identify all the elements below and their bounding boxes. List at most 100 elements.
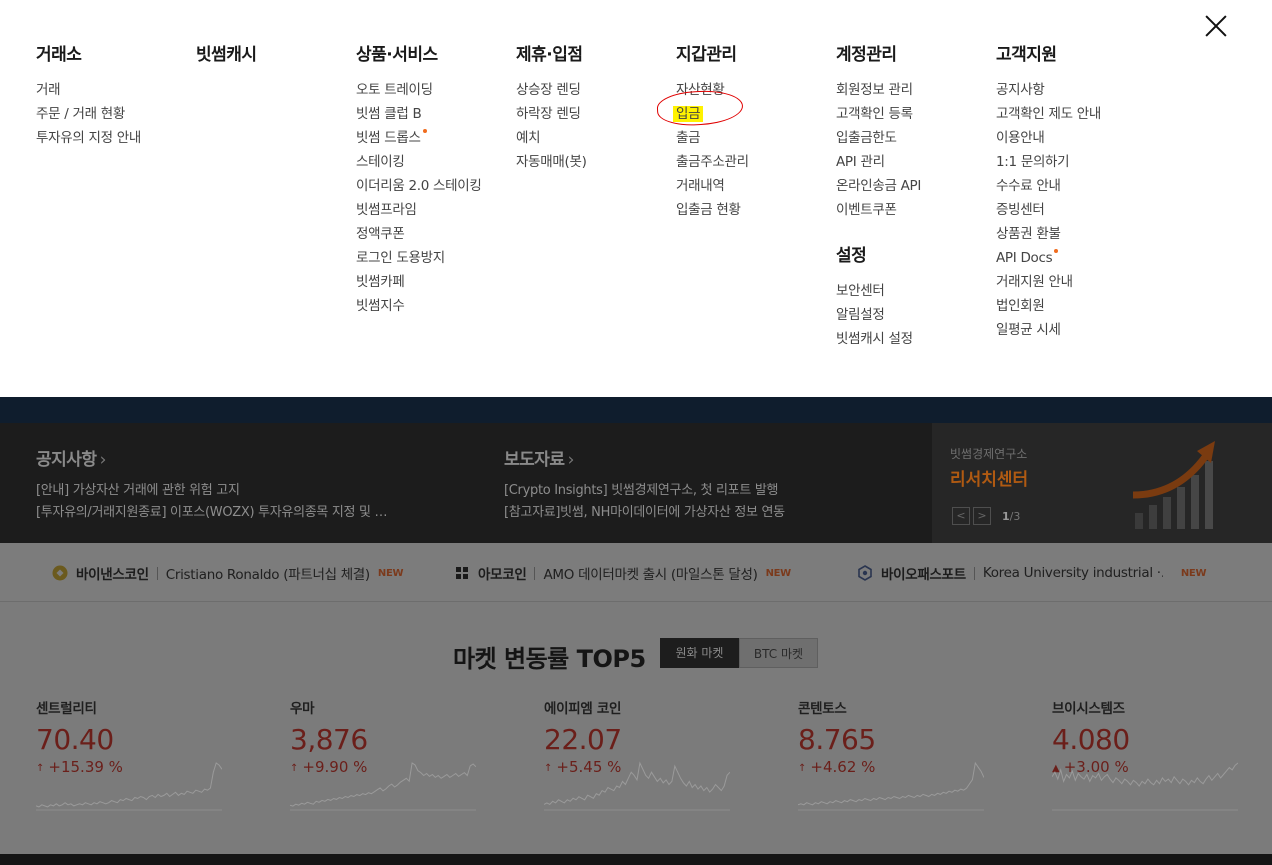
biopassport-icon — [858, 565, 872, 581]
research-subtitle: 빗썸경제연구소 — [950, 447, 1028, 461]
menu-item-bear-lending[interactable]: 하락장 렌딩 — [516, 102, 587, 126]
next-button[interactable]: > — [973, 507, 991, 525]
menu-heading-account[interactable]: 계정관리 — [836, 44, 921, 66]
menu-heading-exchange[interactable]: 거래소 — [36, 44, 141, 66]
press-line[interactable]: [참고자료]빗썸, NH마이데이터에 가상자산 정보 연동 — [504, 502, 785, 524]
menu-item-drops[interactable]: 빗썸 드롭스 — [356, 126, 482, 150]
menu-item-member-info[interactable]: 회원정보 관리 — [836, 78, 921, 102]
sparkline-path — [290, 762, 476, 807]
ticker-text: AMO 데이터마켓 출시 (마일스톤 달성) — [543, 567, 758, 583]
menu-heading-bithumb-cash[interactable]: 빗썸캐시 — [196, 44, 257, 66]
ticker-item[interactable]: 아모코인 AMO 데이터마켓 출시 (마일스톤 달성) NEW — [454, 563, 791, 583]
menu-heading-wallet[interactable]: 지갑관리 — [676, 44, 749, 66]
menu-column-support: 고객지원 공지사항 고객확인 제도 안내 이용안내 1:1 문의하기 수수료 안… — [996, 44, 1101, 342]
menu-item-notices[interactable]: 공지사항 — [996, 78, 1101, 102]
coin-card[interactable]: 센트럴리티 70.40 ↑ +15.39 % — [36, 697, 276, 811]
menu-item-withdraw[interactable]: 출금 — [676, 126, 749, 150]
menu-item-api-docs[interactable]: API Docs — [996, 246, 1101, 270]
menu-item-usage-guide[interactable]: 이용안내 — [996, 126, 1101, 150]
sparkline-chart — [36, 762, 222, 811]
menu-item-trade[interactable]: 거래 — [36, 78, 141, 102]
new-dot-icon — [1054, 249, 1059, 253]
coin-card[interactable]: 에이피엠 코인 22.07 ↑ +5.45 % — [544, 697, 784, 811]
press-title-text: 보도자료 — [504, 450, 565, 470]
new-badge: NEW — [1180, 567, 1207, 579]
press-title[interactable]: 보도자료 › — [504, 445, 785, 470]
sparkline-chart — [290, 762, 476, 811]
menu-item-deposit[interactable]: 입금 — [656, 88, 749, 128]
menu-item-fees[interactable]: 수수료 안내 — [996, 174, 1101, 198]
menu-item-trading-bot[interactable]: 자동매매(봇) — [516, 150, 587, 174]
notice-line[interactable]: [투자유의/거래지원종료] 이포스(WOZX) 투자유의종목 지정 및 … — [36, 502, 388, 524]
menu-item-deposit-savings[interactable]: 예치 — [516, 126, 587, 150]
close-icon[interactable] — [1203, 13, 1229, 39]
coin-price: 3,876 — [290, 723, 368, 756]
divider — [973, 566, 975, 580]
menu-item-auto-trading[interactable]: 오토 트레이딩 — [356, 78, 482, 102]
menu-heading-settings[interactable]: 설정 — [836, 245, 921, 267]
tab-krw-market[interactable]: 원화 마켓 — [660, 638, 739, 668]
menu-heading-support[interactable]: 고객지원 — [996, 44, 1101, 66]
menu-item-api-manage[interactable]: API 관리 — [836, 150, 921, 174]
footer-edge — [0, 854, 1272, 865]
menu-item-withdraw-address[interactable]: 출금주소관리 — [676, 150, 749, 174]
menu-item-remit-api[interactable]: 온라인송금 API — [836, 174, 921, 198]
menu-item-eth2-staking[interactable]: 이더리움 2.0 스테이킹 — [356, 174, 482, 198]
menu-item-assets[interactable]: 자산현황 — [676, 78, 749, 102]
coin-price: 4.080 — [1052, 723, 1130, 756]
sparkline-path — [798, 761, 984, 806]
ticker-text: Cristiano Ronaldo (파트너십 체결) — [165, 567, 370, 583]
coin-name: 콘텐토스 — [798, 701, 847, 717]
menu-item-voucher-refund[interactable]: 상품권 환불 — [996, 222, 1101, 246]
menu-item-notification-settings[interactable]: 알림설정 — [836, 303, 921, 327]
coin-card[interactable]: 브이시스템즈 4.080 ▲ +3.00 % — [1052, 697, 1272, 811]
prev-button[interactable]: < — [952, 507, 970, 525]
research-pager: < > 1/3 — [952, 507, 1020, 525]
binance-coin-icon — [52, 565, 68, 581]
menu-item-proof-center[interactable]: 증빙센터 — [996, 198, 1101, 222]
menu-column-partnership: 제휴·입점 상승장 렌딩 하락장 렌딩 예치 자동매매(봇) — [516, 44, 587, 174]
menu-item-club-b[interactable]: 빗썸 클럽 B — [356, 102, 482, 126]
notice-title[interactable]: 공지사항 › — [36, 445, 387, 470]
new-badge: NEW — [765, 567, 792, 579]
menu-item-limits[interactable]: 입출금한도 — [836, 126, 921, 150]
research-center-banner[interactable]: 빗썸경제연구소 리서치센터 < > 1/3 — [932, 423, 1272, 543]
coin-card[interactable]: 우마 3,876 ↑ +9.90 % — [290, 697, 530, 811]
menu-item-bull-lending[interactable]: 상승장 렌딩 — [516, 78, 587, 102]
coin-news-ticker: 바이낸스코인 Cristiano Ronaldo (파트너십 체결) NEW 아… — [0, 543, 1272, 601]
coin-price: 70.40 — [36, 723, 114, 756]
menu-item-order-status[interactable]: 주문 / 거래 현황 — [36, 102, 141, 126]
press-line[interactable]: [Crypto Insights] 빗썸경제연구소, 첫 리포트 발행 — [504, 480, 785, 502]
menu-item-index[interactable]: 빗썸지수 — [356, 294, 482, 318]
menu-item-inquiry[interactable]: 1:1 문의하기 — [996, 150, 1101, 174]
tab-btc-market[interactable]: BTC 마켓 — [739, 638, 818, 668]
notice-line[interactable]: [안내] 가상자산 거래에 관한 위험 고지 — [36, 480, 387, 502]
ticker-item[interactable]: 바이오패스포트 Korea University industrial ·… N… — [857, 563, 1206, 583]
coin-card[interactable]: 콘텐토스 8.765 ↑ +4.62 % — [798, 697, 1038, 811]
menu-item-listing-guide[interactable]: 거래지원 안내 — [996, 270, 1101, 294]
ticker-item[interactable]: 바이낸스코인 Cristiano Ronaldo (파트너십 체결) NEW — [52, 563, 404, 583]
menu-item-fixed-coupon[interactable]: 정액쿠폰 — [356, 222, 482, 246]
menu-item-security-center[interactable]: 보안센터 — [836, 279, 921, 303]
menu-item-caution-guide[interactable]: 투자유의 지정 안내 — [36, 126, 141, 150]
menu-item-cash-settings[interactable]: 빗썸캐시 설정 — [836, 327, 921, 351]
page-background: 공지사항 › [안내] 가상자산 거래에 관한 위험 고지 [투자유의/거래지원종… — [0, 397, 1272, 865]
sparkline-path — [1052, 762, 1238, 787]
ticker-coin-name: 아모코인 — [478, 567, 527, 583]
menu-item-event-coupon[interactable]: 이벤트쿠폰 — [836, 198, 921, 222]
menu-item-staking[interactable]: 스테이킹 — [356, 150, 482, 174]
menu-item-kyc-guide[interactable]: 고객확인 제도 안내 — [996, 102, 1101, 126]
menu-heading-partnership[interactable]: 제휴·입점 — [516, 44, 587, 66]
coin-name: 우마 — [290, 701, 315, 717]
menu-item-daily-price[interactable]: 일평균 시세 — [996, 318, 1101, 342]
menu-item-login-protection[interactable]: 로그인 도용방지 — [356, 246, 482, 270]
menu-item-cafe[interactable]: 빗썸카페 — [356, 270, 482, 294]
menu-item-corporate[interactable]: 법인회원 — [996, 294, 1101, 318]
menu-heading-products[interactable]: 상품·서비스 — [356, 44, 482, 66]
menu-item-prime[interactable]: 빗썸프라임 — [356, 198, 482, 222]
menu-item-transfer-status[interactable]: 입출금 현황 — [676, 198, 749, 222]
menu-item-kyc[interactable]: 고객확인 등록 — [836, 102, 921, 126]
menu-column-bithumb-cash: 빗썸캐시 — [196, 44, 257, 78]
menu-item-drops-label: 빗썸 드롭스 — [356, 130, 421, 146]
menu-item-history[interactable]: 거래내역 — [676, 174, 749, 198]
